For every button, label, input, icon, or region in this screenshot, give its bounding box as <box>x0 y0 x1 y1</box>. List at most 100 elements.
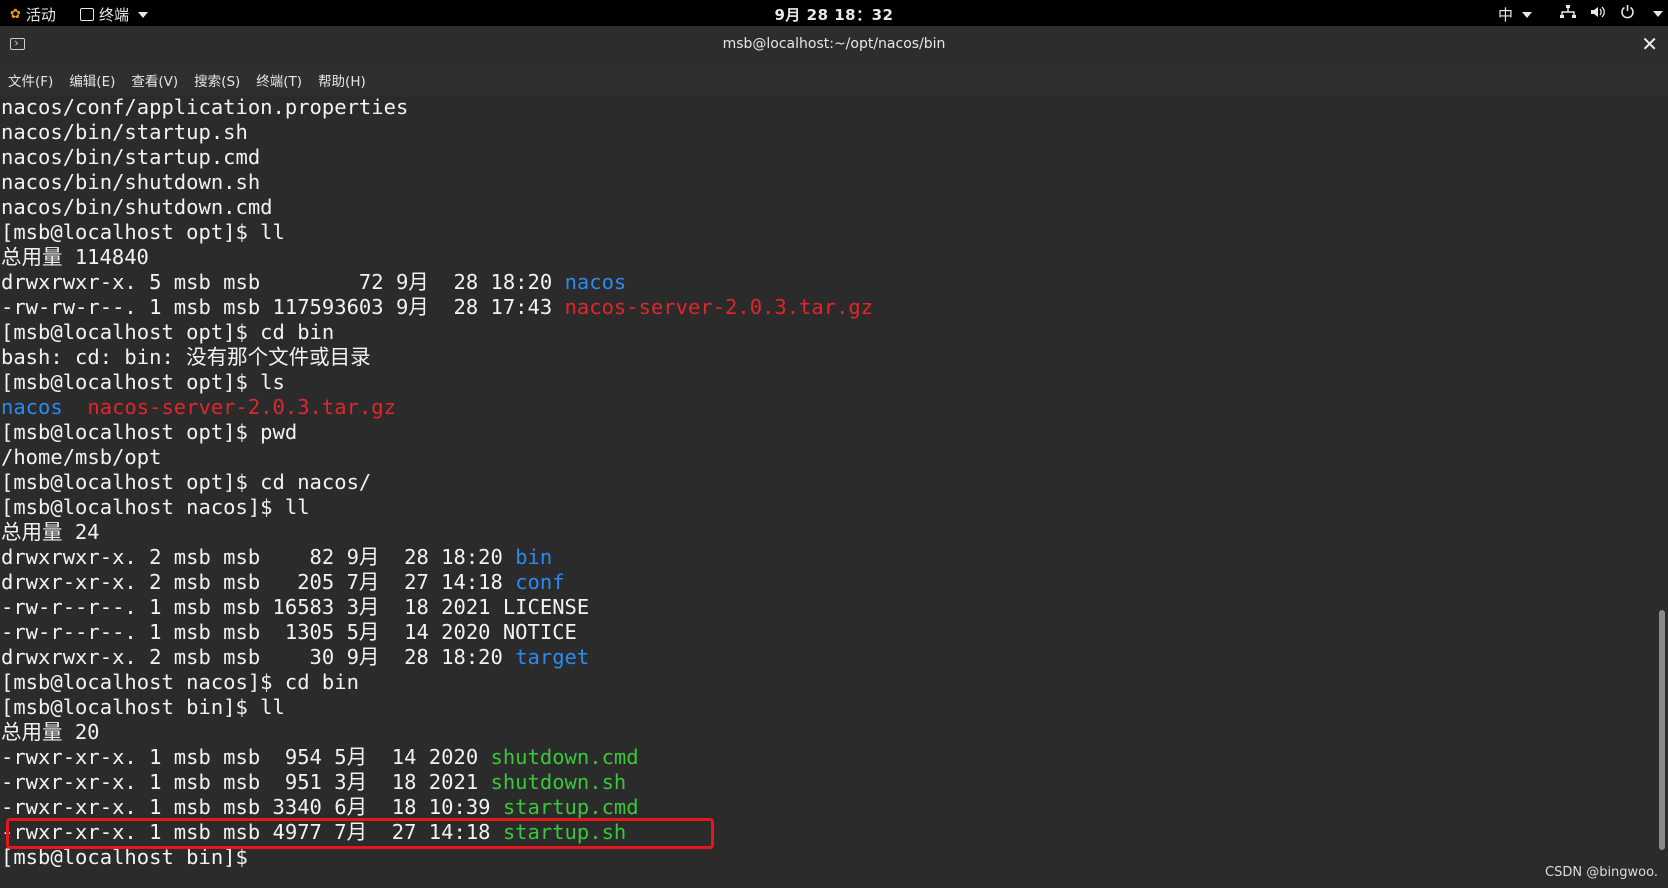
terminal-text: -rwxr-xr-x. 1 msb msb 954 5月 14 2020 <box>1 745 491 769</box>
scrollbar[interactable] <box>1656 95 1668 888</box>
terminal-text: [msb@localhost bin]$ ll <box>1 695 285 719</box>
terminal-line: drwxrwxr-x. 2 msb msb 82 9月 28 18:20 bin <box>0 545 1656 570</box>
terminal-text: [msb@localhost opt]$ pwd <box>1 420 298 444</box>
file-name: nacos <box>1 395 63 419</box>
power-icon <box>1620 4 1635 23</box>
top-bar: ✿ 活动 终端 9月 28 18：32 中 <box>0 0 1668 26</box>
terminal-line: -rwxr-xr-x. 1 msb msb 954 5月 14 2020 shu… <box>0 745 1656 770</box>
terminal-line: [msb@localhost bin]$ <box>0 845 1656 870</box>
terminal-text: 总用量 24 <box>1 520 100 544</box>
terminal-line: 总用量 114840 <box>0 245 1656 270</box>
menu-help[interactable]: 帮助(H) <box>318 70 366 90</box>
watermark: CSDN @bingwoo. <box>1545 865 1658 880</box>
activities-label: 活动 <box>25 6 56 24</box>
terminal-text: drwxrwxr-x. 5 msb msb 72 9月 28 18:20 <box>1 270 565 294</box>
terminal-text: nacos/conf/application.properties <box>1 95 409 119</box>
terminal-output[interactable]: nacos/conf/application.properties nacos/b… <box>0 95 1656 888</box>
terminal-icon <box>80 8 94 21</box>
terminal-text: -rw-rw-r--. 1 msb msb 117593603 9月 28 17… <box>1 295 565 319</box>
menu-terminal[interactable]: 终端(T) <box>256 70 302 90</box>
file-name: conf <box>515 570 565 594</box>
chevron-down-icon <box>1653 10 1663 17</box>
terminal-text: [msb@localhost bin]$ <box>1 845 261 869</box>
terminal-text: -rw-r--r--. 1 msb msb 16583 3月 18 2021 L… <box>1 595 590 619</box>
terminal-text: -rwxr-xr-x. 1 msb msb 4977 7月 27 14:18 <box>1 820 503 844</box>
terminal-line: [msb@localhost opt]$ cd bin <box>0 320 1656 345</box>
window-titlebar: msb@localhost:~/opt/nacos/bin ✕ <box>0 26 1668 65</box>
file-name: bin <box>515 545 553 569</box>
terminal-line: 总用量 24 <box>0 520 1656 545</box>
file-name: nacos-server-2.0.3.tar.gz <box>87 395 396 419</box>
terminal-text: 总用量 20 <box>1 720 100 744</box>
terminal-text: drwxrwxr-x. 2 msb msb 30 9月 28 18:20 <box>1 645 516 669</box>
terminal-line: [msb@localhost bin]$ ll <box>0 695 1656 720</box>
app-menu-button[interactable]: 终端 <box>80 4 149 25</box>
terminal-line: [msb@localhost nacos]$ ll <box>0 495 1656 520</box>
terminal-line: nacos/bin/startup.cmd <box>0 145 1656 170</box>
app-menu-label: 终端 <box>99 6 130 24</box>
file-name: target <box>515 645 590 669</box>
terminal-line: [msb@localhost nacos]$ cd bin <box>0 670 1656 695</box>
terminal-line: -rw-r--r--. 1 msb msb 16583 3月 18 2021 L… <box>0 595 1656 620</box>
activities-button[interactable]: ✿ 活动 <box>10 4 56 25</box>
menu-search[interactable]: 搜索(S) <box>194 70 240 90</box>
terminal-line: -rw-r--r--. 1 msb msb 1305 5月 14 2020 NO… <box>0 620 1656 645</box>
file-name: startup.sh <box>502 820 627 844</box>
terminal-line: -rwxr-xr-x. 1 msb msb 951 3月 18 2021 shu… <box>0 770 1656 795</box>
terminal-text: [msb@localhost nacos]$ cd bin <box>1 670 359 694</box>
terminal-text: nacos/bin/startup.cmd <box>1 145 261 169</box>
terminal-text: -rwxr-xr-x. 1 msb msb 951 3月 18 2021 <box>1 770 491 794</box>
terminal-line: -rwxr-xr-x. 1 msb msb 4977 7月 27 14:18 s… <box>0 820 1656 845</box>
chevron-down-icon <box>138 11 149 18</box>
terminal-line: nacos nacos-server-2.0.3.tar.gz <box>0 395 1656 420</box>
file-name: nacos <box>564 270 627 294</box>
terminal-text: nacos/bin/shutdown.sh <box>1 170 261 194</box>
input-method-button[interactable]: 中 <box>1498 4 1533 25</box>
terminal-line: drwxrwxr-x. 5 msb msb 72 9月 28 18:20 nac… <box>0 270 1656 295</box>
terminal-icon <box>10 38 25 50</box>
terminal-line: bash: cd: bin: 没有那个文件或目录 <box>0 345 1656 370</box>
terminal-line: -rwxr-xr-x. 1 msb msb 3340 6月 18 10:39 s… <box>0 795 1656 820</box>
file-name: shutdown.sh <box>490 770 627 794</box>
terminal-text: /home/msb/opt <box>1 445 162 469</box>
terminal-line: [msb@localhost opt]$ cd nacos/ <box>0 470 1656 495</box>
clock[interactable]: 9月 28 18：32 <box>774 4 893 25</box>
terminal-text: nacos/bin/shutdown.cmd <box>1 195 273 219</box>
system-menu[interactable] <box>1560 4 1663 23</box>
terminal-line: nacos/bin/shutdown.cmd <box>0 195 1656 220</box>
volume-icon <box>1590 5 1606 23</box>
terminal-line: nacos/bin/startup.sh <box>0 120 1656 145</box>
scrollbar-thumb[interactable] <box>1659 610 1665 850</box>
chevron-down-icon <box>1522 11 1533 18</box>
terminal-line: 总用量 20 <box>0 720 1656 745</box>
terminal-text: [msb@localhost nacos]$ ll <box>1 495 310 519</box>
menu-file[interactable]: 文件(F) <box>8 70 53 90</box>
network-icon <box>1560 4 1576 23</box>
menu-bar: 文件(F) 编辑(E) 查看(V) 搜索(S) 终端(T) 帮助(H) <box>0 64 1668 95</box>
terminal-line: drwxrwxr-x. 2 msb msb 30 9月 28 18:20 tar… <box>0 645 1656 670</box>
terminal-line: [msb@localhost opt]$ ll <box>0 220 1656 245</box>
close-icon[interactable]: ✕ <box>1641 32 1658 56</box>
terminal-text: bash: cd: bin: 没有那个文件或目录 <box>1 345 371 369</box>
terminal-text: drwxr-xr-x. 2 msb msb 205 7月 27 14:18 <box>1 570 516 594</box>
terminal-text: [msb@localhost opt]$ cd bin <box>1 320 335 344</box>
menu-view[interactable]: 查看(V) <box>131 70 178 90</box>
terminal-line: [msb@localhost opt]$ pwd <box>0 420 1656 445</box>
terminal-text: drwxrwxr-x. 2 msb msb 82 9月 28 18:20 <box>1 545 516 569</box>
file-name: shutdown.cmd <box>490 745 639 769</box>
file-name: nacos-server-2.0.3.tar.gz <box>564 295 874 319</box>
terminal-text: -rw-r--r--. 1 msb msb 1305 5月 14 2020 NO… <box>1 620 577 644</box>
input-method-label: 中 <box>1498 6 1514 24</box>
terminal-line: [msb@localhost opt]$ ls <box>0 370 1656 395</box>
terminal-line: nacos/bin/shutdown.sh <box>0 170 1656 195</box>
terminal-text: [msb@localhost opt]$ ll <box>1 220 285 244</box>
terminal-line: drwxr-xr-x. 2 msb msb 205 7月 27 14:18 co… <box>0 570 1656 595</box>
terminal-text: -rwxr-xr-x. 1 msb msb 3340 6月 18 10:39 <box>1 795 503 819</box>
terminal-text: [msb@localhost opt]$ ls <box>1 370 285 394</box>
activities-icon: ✿ <box>10 7 21 22</box>
window-title: msb@localhost:~/opt/nacos/bin <box>722 36 946 52</box>
menu-edit[interactable]: 编辑(E) <box>69 70 115 90</box>
terminal-line: nacos/conf/application.properties <box>0 95 1656 120</box>
terminal-text: [msb@localhost opt]$ cd nacos/ <box>1 470 372 494</box>
